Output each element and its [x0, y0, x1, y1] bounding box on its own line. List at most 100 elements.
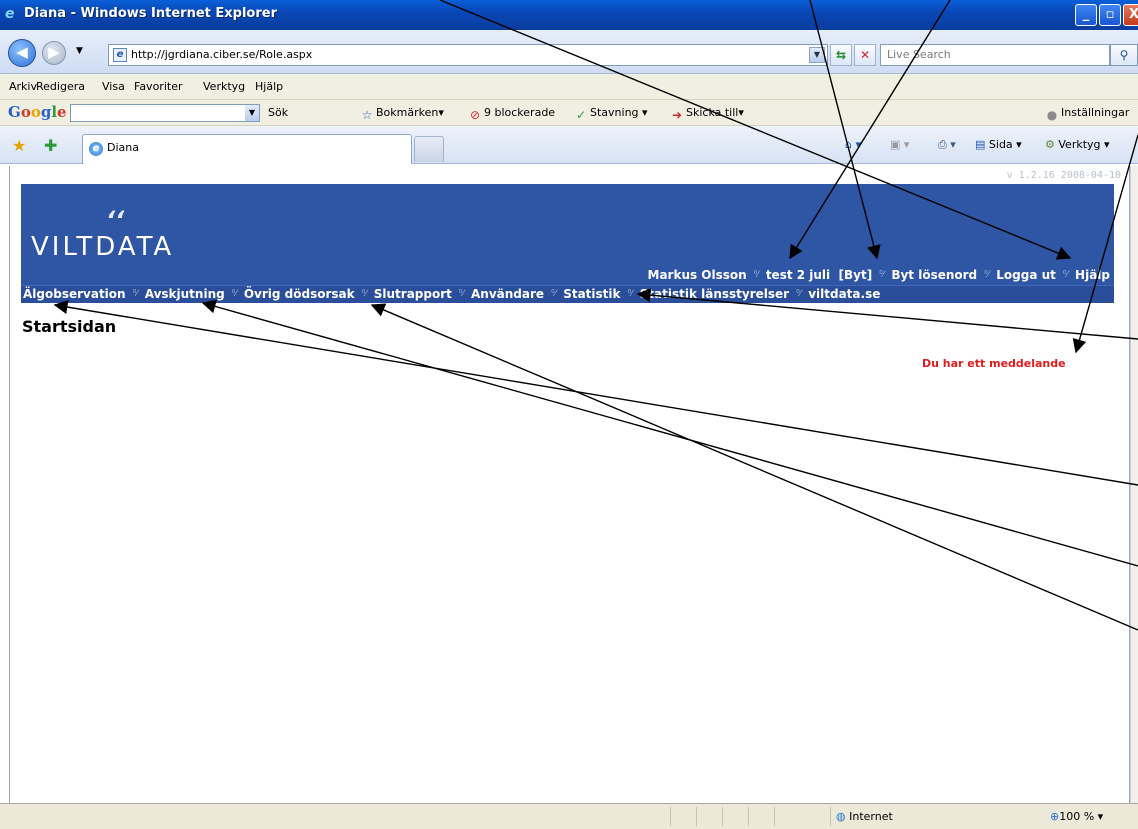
popup-blocker-button[interactable]: ⊘ 9 blockerade	[468, 106, 555, 122]
separator-icon: ⁰⁄	[1062, 270, 1069, 280]
close-button[interactable]: X	[1123, 4, 1138, 26]
tab-diana[interactable]: e Diana	[82, 134, 412, 164]
forward-button[interactable]: ▶	[42, 41, 66, 65]
separator-icon: ⁰⁄	[753, 270, 759, 280]
page-content: v 1.2.16 2008-04-10 ‘‘ VILTDATA Markus O…	[9, 166, 1130, 803]
page-menu-label: Sida	[988, 138, 1013, 151]
site-logo: VILTDATA	[31, 232, 175, 262]
maximize-button[interactable]: ▫	[1099, 4, 1121, 26]
menu-item-redigera[interactable]: Redigera	[36, 80, 85, 93]
ie-logo-icon: e	[5, 6, 15, 22]
stop-button[interactable]: ✕	[854, 44, 876, 66]
address-input[interactable]: e http://jgrdiana.ciber.se/Role.aspx ▼	[108, 44, 828, 66]
message-notice-link[interactable]: Du har ett meddelande	[922, 357, 1066, 370]
nav-slutrapport[interactable]: Slutrapport	[374, 287, 452, 301]
separator-icon: ⁰⁄	[361, 289, 367, 299]
menu-item-hjalp[interactable]: Hjälp	[255, 80, 283, 93]
refresh-button[interactable]: ⇆	[830, 44, 852, 66]
bookmarks-button[interactable]: ☆ Bokmärken▾	[360, 106, 444, 122]
vertical-scrollbar[interactable]	[1130, 166, 1138, 803]
separator-icon: ⁰⁄	[796, 289, 802, 299]
address-dropdown-icon[interactable]: ▼	[809, 47, 825, 63]
status-divider	[696, 807, 697, 826]
switch-role-link[interactable]: [Byt]	[839, 268, 873, 282]
address-bar-row: ◀ ▶ ▼ e http://jgrdiana.ciber.se/Role.as…	[0, 30, 1138, 74]
menu-item-favoriter[interactable]: Favoriter	[134, 80, 182, 93]
separator-icon: ⁰⁄	[627, 289, 633, 299]
settings-button[interactable]: ● Inställningar	[1045, 106, 1130, 122]
tools-menu-label: Verktyg	[1058, 138, 1101, 151]
page-menu-button[interactable]: ▤ Sida ▾	[975, 138, 1022, 151]
bookmarks-label: Bokmärken	[376, 106, 439, 119]
viltdata-logo-mark-icon: ‘‘	[106, 206, 125, 234]
nav-viltdata-se[interactable]: viltdata.se	[808, 287, 880, 301]
window-title: Diana - Windows Internet Explorer	[24, 6, 277, 21]
page-title: Startsidan	[22, 317, 117, 336]
status-divider	[722, 807, 723, 826]
send-to-button[interactable]: ➜ Skicka till▾	[670, 106, 744, 122]
nav-algobservation[interactable]: Älgobservation	[23, 287, 126, 301]
separator-icon: ⁰⁄	[551, 289, 557, 299]
status-divider	[830, 807, 831, 826]
back-button[interactable]: ◀	[8, 39, 36, 67]
page-menu-icon: ▤	[975, 138, 986, 151]
status-divider	[774, 807, 775, 826]
block-icon: ⊘	[469, 108, 481, 122]
version-label: v 1.2.16 2008-04-10	[1006, 170, 1121, 181]
status-divider	[670, 807, 671, 826]
spellcheck-icon: ✓	[575, 108, 587, 122]
add-favorite-icon[interactable]: ✚	[44, 136, 57, 155]
spellcheck-button[interactable]: ✓ Stavning ▾	[574, 106, 648, 122]
menu-item-verktyg[interactable]: Verktyg	[203, 80, 245, 93]
main-nav: Älgobservation ⁰⁄ Avskjutning ⁰⁄ Övrig dödso…	[21, 285, 1114, 303]
tab-label: Diana	[107, 141, 139, 154]
star-icon: ☆	[361, 108, 373, 122]
menu-bar: Arkiv Redigera Visa Favoriter Verktyg Hj…	[0, 74, 1138, 100]
tab-row: ★ ✚ e Diana ⌂ ▾ ▣ ▾ ⎙ ▾ ▤ Sida ▾ ⚙ Verkt…	[0, 126, 1138, 164]
google-search-input[interactable]: ▼	[70, 104, 260, 122]
separator-icon: ⁰⁄	[132, 289, 138, 299]
menu-item-arkiv[interactable]: Arkiv	[9, 80, 37, 93]
google-toolbar: Google ▼ Sök ☆ Bokmärken▾ ⊘ 9 blockerade ✓…	[0, 100, 1138, 126]
live-search-input[interactable]: Live Search	[880, 44, 1110, 66]
print-icon[interactable]: ⎙ ▾	[938, 138, 956, 152]
new-tab-button[interactable]	[414, 136, 444, 162]
zoom-icon: ⊕	[1050, 810, 1060, 823]
settings-label: Inställningar	[1061, 106, 1130, 119]
separator-icon: ⁰⁄	[231, 289, 237, 299]
nav-avskjutning[interactable]: Avskjutning	[145, 287, 225, 301]
separator-icon: ⁰⁄	[984, 270, 990, 280]
favorites-star-icon[interactable]: ★	[12, 136, 26, 155]
logout-link[interactable]: Logga ut	[996, 268, 1056, 282]
zoom-control[interactable]: ⊕100 % ▾	[1050, 810, 1103, 823]
separator-icon: ⁰⁄	[879, 270, 885, 280]
history-dropdown-icon[interactable]: ▼	[76, 46, 83, 56]
user-name: Markus Olsson	[647, 268, 747, 282]
tools-menu-button[interactable]: ⚙ Verktyg ▾	[1045, 138, 1110, 151]
zoom-label: 100 %	[1059, 810, 1095, 823]
site-banner: ‘‘ VILTDATA Markus Olsson ⁰⁄ test 2 juli […	[21, 184, 1114, 303]
settings-icon: ●	[1046, 108, 1058, 122]
google-search-dropdown-icon[interactable]: ▼	[245, 105, 259, 121]
google-search-button[interactable]: Sök	[268, 106, 288, 119]
nav-anvandare[interactable]: Användare	[471, 287, 544, 301]
gear-icon: ⚙	[1045, 138, 1055, 151]
nav-statistik[interactable]: Statistik	[563, 287, 620, 301]
help-link[interactable]: Hjälp	[1075, 268, 1110, 282]
home-icon[interactable]: ⌂ ▾	[845, 138, 861, 151]
role-name: test 2 juli	[765, 268, 831, 282]
nav-ovrig-dodsorsak[interactable]: Övrig dödsorsak	[244, 287, 355, 301]
zone-label: Internet	[849, 810, 893, 823]
send-icon: ➜	[671, 108, 683, 122]
search-icon[interactable]: ⚲	[1110, 44, 1138, 66]
page-icon: e	[113, 48, 127, 62]
feeds-icon[interactable]: ▣ ▾	[890, 138, 909, 151]
nav-statistik-lansstyrelser[interactable]: Statistik länsstyrelser	[640, 287, 789, 301]
menu-item-visa[interactable]: Visa	[102, 80, 125, 93]
google-logo: Google	[8, 103, 67, 121]
spelling-label: Stavning	[590, 106, 639, 119]
separator-icon: ⁰⁄	[458, 289, 465, 299]
blocked-label: 9 blockerade	[484, 106, 556, 119]
change-password-link[interactable]: Byt lösenord	[891, 268, 977, 282]
minimize-button[interactable]: _	[1075, 4, 1097, 26]
